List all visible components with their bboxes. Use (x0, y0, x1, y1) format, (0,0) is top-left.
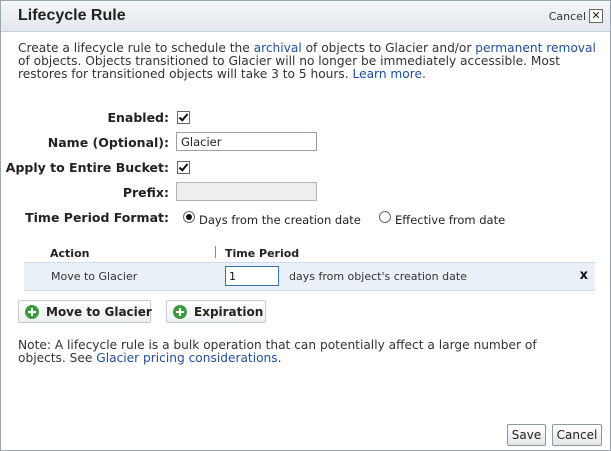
add-icon (25, 305, 39, 319)
remove-row-icon[interactable]: x (580, 268, 588, 283)
lifecycle-rule-dialog: Lifecycle Rule Cancel ✕ Create a lifecyc… (0, 0, 611, 451)
enabled-checkbox[interactable] (177, 111, 190, 124)
learn-more-link[interactable]: Learn more (353, 67, 423, 81)
glacier-pricing-link[interactable]: Glacier pricing considerations (96, 351, 277, 365)
cancel-button[interactable]: Cancel (552, 424, 602, 446)
expiration-button[interactable]: Expiration (166, 300, 266, 323)
action-column-header: Action (50, 247, 90, 260)
entire-bucket-label: Apply to Entire Bucket: (5, 160, 169, 175)
days-from-creation-radio[interactable] (183, 211, 195, 223)
name-label: Name (Optional): (47, 135, 169, 150)
row-period-suffix: days from object's creation date (289, 270, 467, 283)
archival-link[interactable]: archival (254, 41, 302, 55)
prefix-label: Prefix: (122, 185, 169, 200)
bulk-operation-note: Note: A lifecycle rule is a bulk operati… (18, 339, 588, 365)
move-to-glacier-button[interactable]: Move to Glacier (18, 300, 152, 323)
days-from-creation-label: Days from the creation date (199, 213, 361, 227)
effective-from-date-radio[interactable] (379, 211, 391, 223)
prefix-input[interactable] (176, 182, 317, 201)
add-icon (173, 305, 187, 319)
note-text-2: . (277, 351, 282, 365)
enabled-label: Enabled: (107, 110, 169, 125)
dialog-titlebar: Lifecycle Rule Cancel ✕ (1, 1, 610, 32)
intro-text: Create a lifecycle rule to schedule the … (18, 42, 598, 81)
entire-bucket-checkbox[interactable] (177, 161, 190, 174)
intro-text-2: of objects to Glacier and/or (301, 41, 476, 55)
intro-text-1: Create a lifecycle rule to schedule the (18, 41, 254, 55)
column-divider (215, 246, 216, 258)
dialog-title: Lifecycle Rule (18, 7, 126, 24)
rules-table-header: Action Time Period (24, 245, 595, 261)
expiration-label: Expiration (194, 305, 264, 319)
intro-text-3: of objects. Objects transitioned to Glac… (18, 54, 560, 81)
time-period-input[interactable] (225, 266, 279, 286)
permanent-removal-link[interactable]: permanent removal (475, 41, 596, 55)
close-icon[interactable]: ✕ (589, 9, 603, 23)
intro-text-4: . (422, 67, 426, 81)
time-period-format-label: Time Period Format: (25, 210, 169, 225)
move-to-glacier-label: Move to Glacier (46, 305, 152, 319)
effective-from-date-label: Effective from date (395, 213, 506, 227)
time-period-column-header: Time Period (225, 247, 300, 260)
table-row: Move to Glacier days from object's creat… (24, 262, 595, 291)
save-button[interactable]: Save (507, 424, 546, 446)
titlebar-cancel-link[interactable]: Cancel (549, 10, 586, 23)
row-action: Move to Glacier (51, 270, 138, 283)
name-input[interactable] (176, 132, 317, 151)
